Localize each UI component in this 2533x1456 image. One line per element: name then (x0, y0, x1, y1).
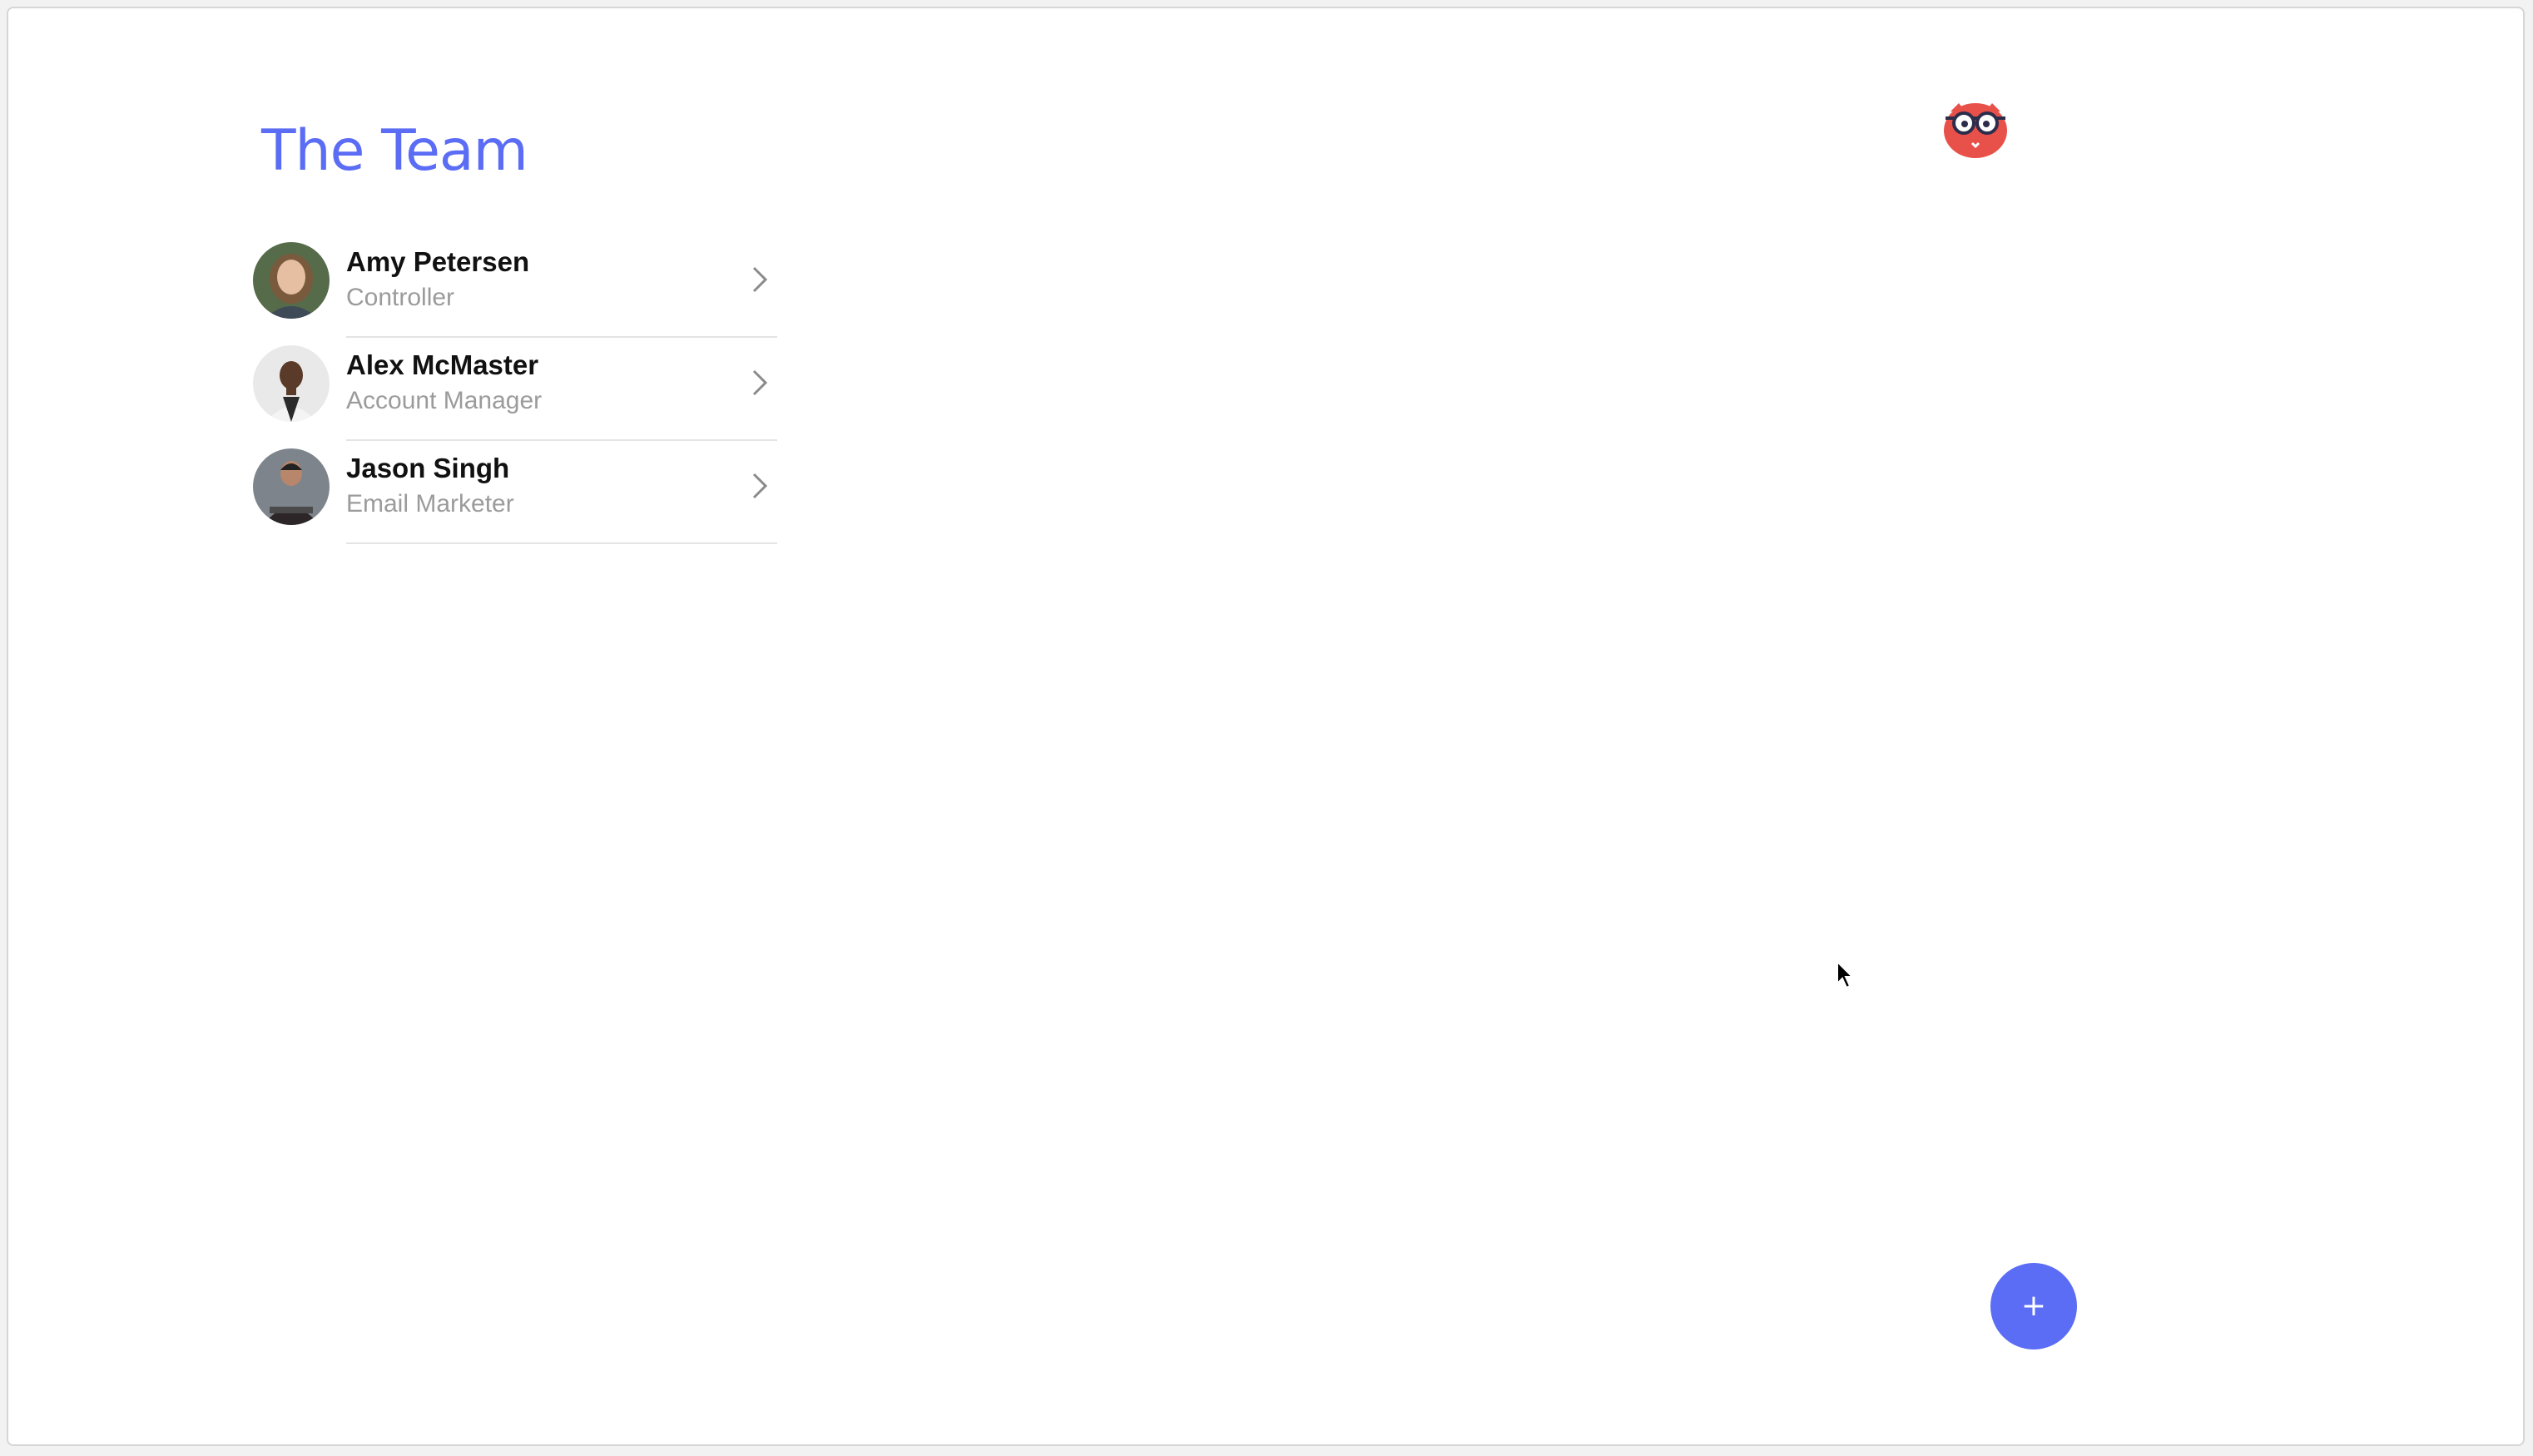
member-name: Amy Petersen (346, 246, 530, 277)
member-role: Email Marketer (346, 490, 514, 518)
team-member-row-jason-singh[interactable]: Jason Singh Email Marketer (245, 441, 777, 544)
app-window: The Team Amy Petersen Controller Alex Mc… (7, 7, 2525, 1446)
avatar (253, 242, 330, 319)
owl-mascot-icon (1944, 103, 2007, 158)
page-title: The Team (261, 117, 528, 184)
member-name: Jason Singh (346, 453, 510, 483)
team-list: Amy Petersen Controller Alex McMaster Ac… (245, 235, 777, 544)
member-text: Jason Singh Email Marketer (346, 453, 514, 521)
avatar (253, 345, 330, 422)
chevron-right-icon (752, 266, 768, 293)
member-role: Account Manager (346, 387, 543, 414)
team-member-row-amy-petersen[interactable]: Amy Petersen Controller (245, 235, 777, 338)
row-divider (346, 542, 777, 544)
add-member-button[interactable]: + (1990, 1263, 2077, 1350)
member-name: Alex McMaster (346, 349, 539, 380)
member-role: Controller (346, 284, 455, 311)
chevron-right-icon (752, 369, 768, 396)
member-text: Amy Petersen Controller (346, 246, 529, 314)
mouse-cursor-icon (1837, 960, 1855, 989)
avatar (253, 448, 330, 525)
chevron-right-icon (752, 473, 768, 499)
member-text: Alex McMaster Account Manager (346, 349, 542, 418)
team-member-row-alex-mcmaster[interactable]: Alex McMaster Account Manager (245, 338, 777, 441)
